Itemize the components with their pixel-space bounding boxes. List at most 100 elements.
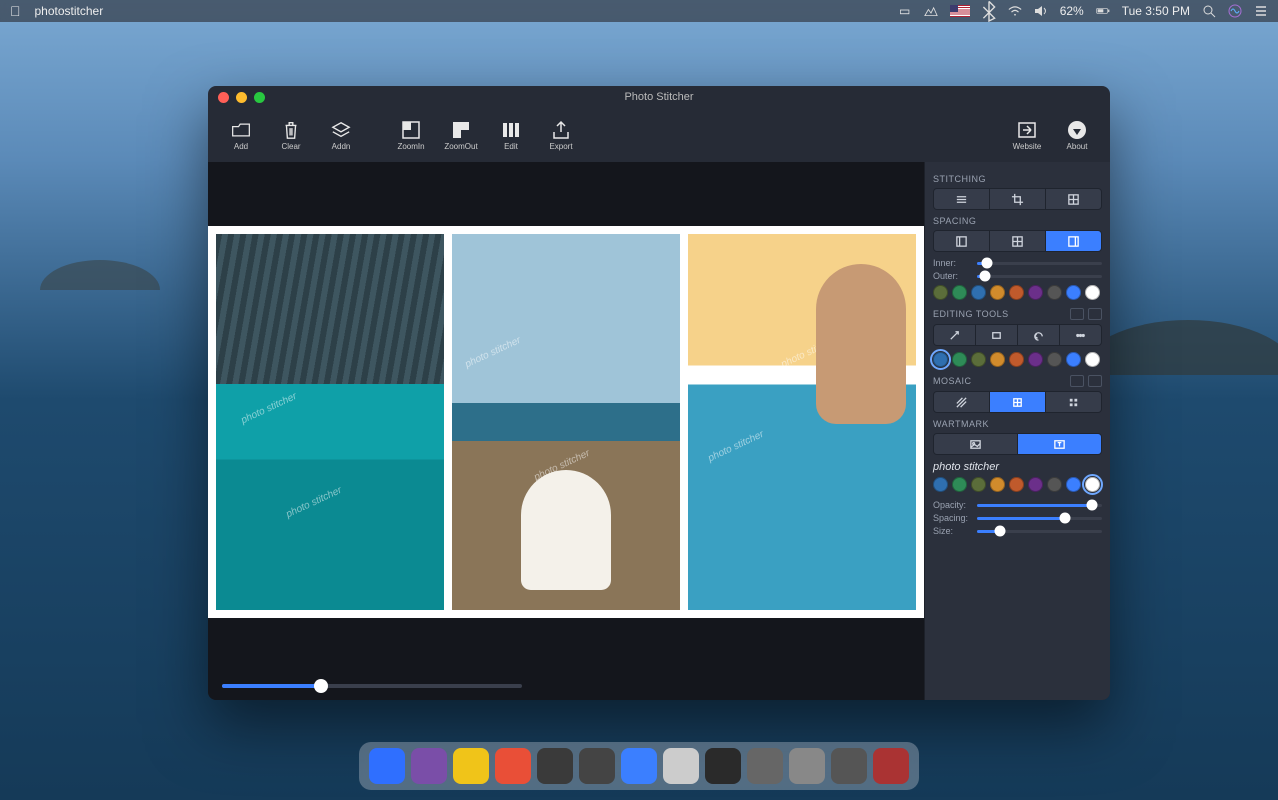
color-swatch[interactable] [952,477,967,492]
bluetooth-icon[interactable] [982,4,996,18]
color-swatch[interactable] [1085,352,1100,367]
dock-app-icon[interactable] [369,748,405,784]
color-swatch[interactable] [1028,352,1043,367]
mosaic-opt3-button[interactable] [1046,392,1101,412]
menubar-clock[interactable]: Tue 3:50 PM [1122,4,1190,18]
outer-slider[interactable] [977,275,1102,278]
color-swatch[interactable] [1028,285,1043,300]
display-icon[interactable]: ▭ [898,4,912,18]
apple-menu-icon[interactable]:  [10,3,21,19]
tool-more-button[interactable] [1060,325,1101,345]
battery-icon[interactable] [1096,4,1110,18]
siri-icon[interactable] [1228,4,1242,18]
color-swatch[interactable] [990,352,1005,367]
opacity-label: Opacity: [933,500,971,510]
zoomin-button[interactable]: ZoomIn [388,120,434,151]
stitched-image-2[interactable]: photo stitcher photo stitcher [452,234,680,610]
color-swatch[interactable] [1066,285,1081,300]
color-swatch[interactable] [990,285,1005,300]
tool-rect-button[interactable] [976,325,1018,345]
window-titlebar[interactable]: Photo Stitcher [208,86,1110,108]
spotlight-icon[interactable] [1202,4,1216,18]
toolbar-label: Addn [332,142,351,151]
color-swatch[interactable] [1085,285,1100,300]
watermark-image-button[interactable] [934,434,1018,454]
zoom-slider-thumb[interactable] [314,679,328,693]
color-swatch[interactable] [971,285,986,300]
dock-app-icon[interactable] [747,748,783,784]
wifi-icon[interactable] [1008,4,1022,18]
color-swatch[interactable] [1066,352,1081,367]
dock-app-icon[interactable] [789,748,825,784]
editing-mini1[interactable] [1070,308,1084,320]
dock-app-icon[interactable] [453,748,489,784]
color-swatch[interactable] [952,285,967,300]
mosaic-opt1-button[interactable] [934,392,990,412]
inner-slider[interactable] [977,262,1102,265]
clear-button[interactable]: Clear [268,120,314,151]
watermark-text-button[interactable] [1018,434,1101,454]
stitch-grid-button[interactable] [1046,189,1101,209]
tool-arrow-button[interactable] [934,325,976,345]
stitched-image-3[interactable]: photo stitcher photo stitcher [688,234,916,610]
editing-mini2[interactable] [1088,308,1102,320]
flag-us-icon[interactable] [950,5,970,17]
stitch-horizontal-button[interactable] [934,189,990,209]
notification-center-icon[interactable] [1254,4,1268,18]
color-swatch[interactable] [1066,477,1081,492]
dock-app-icon[interactable] [831,748,867,784]
color-swatch[interactable] [990,477,1005,492]
desktop-decoration [40,260,160,290]
mosaic-mini2[interactable] [1088,375,1102,387]
volume-icon[interactable] [1034,4,1048,18]
addn-button[interactable]: Addn [318,120,364,151]
zoom-slider[interactable] [222,684,522,688]
color-swatch[interactable] [1047,352,1062,367]
size-slider[interactable] [977,530,1102,533]
add-button[interactable]: Add [218,120,264,151]
color-swatch[interactable] [971,352,986,367]
color-swatch[interactable] [971,477,986,492]
edit-button[interactable]: Edit [488,120,534,151]
spacing-opt3-button[interactable] [1046,231,1101,251]
website-button[interactable]: Website [1004,120,1050,151]
menubar-app-name[interactable]: photostitcher [35,4,104,18]
dock-app-icon[interactable] [579,748,615,784]
mosaic-mini1[interactable] [1070,375,1084,387]
color-swatch[interactable] [1009,285,1024,300]
wspacing-slider[interactable] [977,517,1102,520]
stitched-image-1[interactable]: photo stitcher photo stitcher [216,234,444,610]
color-swatch[interactable] [1047,285,1062,300]
dock-app-icon[interactable] [495,748,531,784]
color-swatch[interactable] [933,285,948,300]
dock-app-icon[interactable] [705,748,741,784]
export-button[interactable]: Export [538,120,584,151]
dock-app-icon[interactable] [411,748,447,784]
color-swatch[interactable] [952,352,967,367]
color-swatch[interactable] [1028,477,1043,492]
zoomout-button[interactable]: ZoomOut [438,120,484,151]
watermark-text-preview[interactable]: photo stitcher [933,461,1102,473]
mountain-icon[interactable] [924,4,938,18]
spacing-opt1-button[interactable] [934,231,990,251]
color-swatch[interactable] [1009,352,1024,367]
dock-app-icon[interactable] [873,748,909,784]
color-swatch[interactable] [933,477,948,492]
spacing-opt2-button[interactable] [990,231,1046,251]
battery-percent[interactable]: 62% [1060,4,1084,18]
color-swatch[interactable] [933,352,948,367]
dock-app-icon[interactable] [621,748,657,784]
stitch-crop-button[interactable] [990,189,1046,209]
opacity-slider[interactable] [977,504,1102,507]
color-swatch[interactable] [1009,477,1024,492]
color-swatch[interactable] [1085,477,1100,492]
color-swatch[interactable] [1047,477,1062,492]
dock-app-icon[interactable] [537,748,573,784]
outer-spacing-row: Outer: [933,271,1102,281]
macos-dock[interactable] [359,742,919,790]
tool-undo-button[interactable] [1018,325,1060,345]
mosaic-opt2-button[interactable] [990,392,1046,412]
canvas[interactable]: photo stitcher photo stitcher photo stit… [208,226,924,618]
dock-app-icon[interactable] [663,748,699,784]
about-button[interactable]: About [1054,120,1100,151]
